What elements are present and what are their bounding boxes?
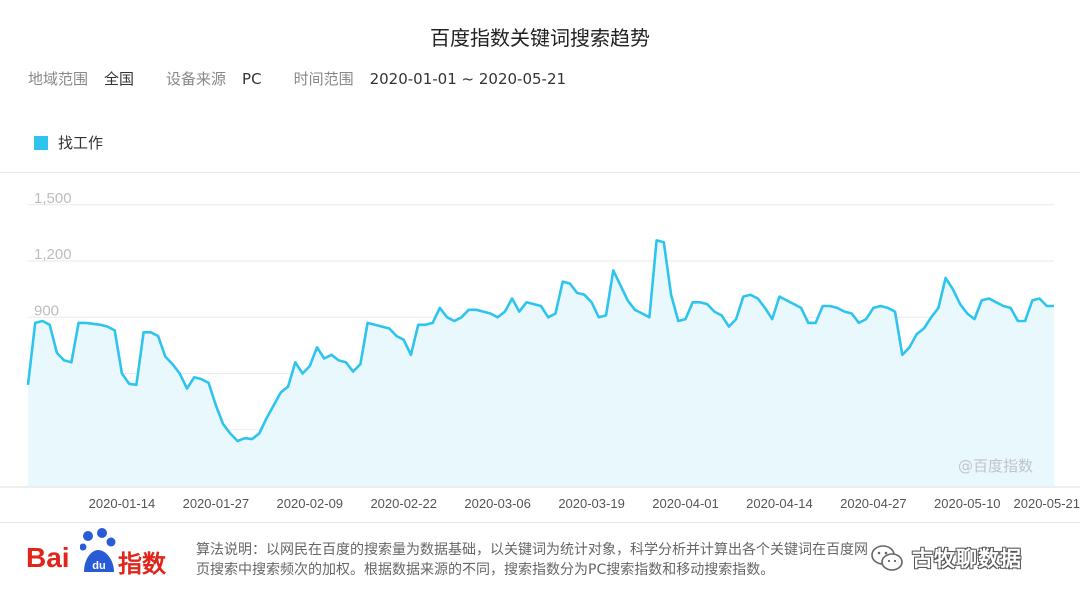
wechat-watermark: 古牧聊数据 — [870, 538, 1070, 578]
baidu-index-logo: Bai du 指数 — [26, 528, 176, 584]
series-area — [28, 240, 1054, 486]
algorithm-note: 算法说明：以网民在百度的搜索量为数据基础，以关键词为统计对象，科学分析并计算出各… — [196, 542, 868, 578]
y-tick-label: 900 — [34, 302, 59, 319]
x-tick-label: 2020-02-09 — [277, 496, 344, 511]
y-tick-label: 1,200 — [34, 246, 72, 263]
x-tick-label: 2020-04-27 — [840, 496, 907, 511]
watermark: @百度指数 — [958, 457, 1034, 475]
y-tick-label: 1,500 — [34, 190, 72, 207]
wechat-text: 古牧聊数据 — [912, 547, 1022, 571]
x-tick-label: 2020-02-22 — [370, 496, 437, 511]
trend-chart[interactable]: 3006009001,2001,5002020-01-142020-01-272… — [0, 0, 1080, 603]
footer-divider — [0, 522, 1080, 523]
x-tick-label: 2020-03-19 — [558, 496, 625, 511]
logo-bai-text: Bai — [26, 542, 70, 573]
x-tick-label: 2020-04-01 — [652, 496, 719, 511]
x-tick-label: 2020-05-21 — [1014, 496, 1080, 511]
logo-du-text: du — [92, 560, 105, 572]
logo-zhishu-text: 指数 — [118, 550, 166, 578]
x-tick-label: 2020-03-06 — [464, 496, 531, 511]
x-tick-label: 2020-04-14 — [746, 496, 813, 511]
x-tick-label: 2020-01-14 — [89, 496, 156, 511]
x-tick-label: 2020-01-27 — [183, 496, 250, 511]
baidu-paw-icon: du — [80, 528, 116, 572]
x-tick-label: 2020-05-10 — [934, 496, 1001, 511]
wechat-icon — [871, 545, 903, 571]
